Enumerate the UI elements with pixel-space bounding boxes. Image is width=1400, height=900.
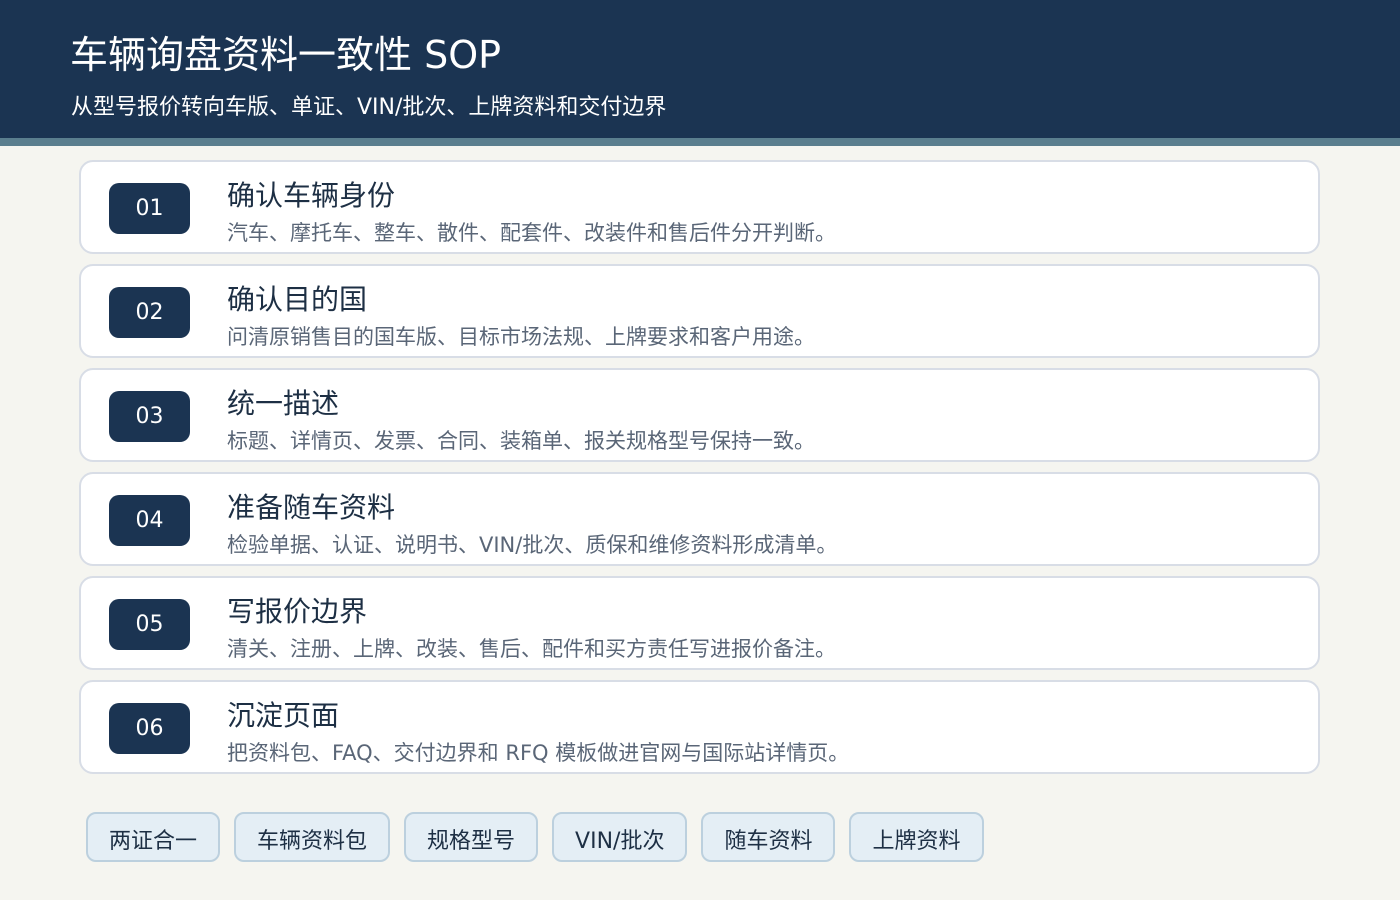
tag-vehicle-accompanying-docs: 随车资料 — [701, 812, 836, 862]
step-number-badge: 03 — [109, 391, 190, 442]
header-divider — [0, 138, 1400, 146]
step-title: 确认车辆身份 — [227, 179, 396, 212]
tag-vehicle-docs-pack: 车辆资料包 — [234, 812, 391, 862]
step-description: 把资料包、FAQ、交付边界和 RFQ 模板做进官网与国际站详情页。 — [227, 741, 850, 765]
step-card-2: 02 确认目的国 问清原销售目的国车版、目标市场法规、上牌要求和客户用途。 — [79, 264, 1320, 358]
page-title: 车辆询盘资料一致性 SOP — [70, 33, 502, 77]
step-title: 确认目的国 — [227, 283, 368, 316]
step-description: 问清原销售目的国车版、目标市场法规、上牌要求和客户用途。 — [227, 325, 815, 349]
keyword-tags: 两证合一 车辆资料包 规格型号 VIN/批次 随车资料 上牌资料 — [86, 812, 984, 862]
step-number-badge: 02 — [109, 287, 190, 338]
step-title: 沉淀页面 — [227, 699, 340, 732]
tag-two-certificates: 两证合一 — [86, 812, 221, 862]
step-card-6: 06 沉淀页面 把资料包、FAQ、交付边界和 RFQ 模板做进官网与国际站详情页… — [79, 680, 1320, 774]
step-card-4: 04 准备随车资料 检验单据、认证、说明书、VIN/批次、质保和维修资料形成清单… — [79, 472, 1320, 566]
step-number-badge: 06 — [109, 703, 190, 754]
step-description: 清关、注册、上牌、改装、售后、配件和买方责任写进报价备注。 — [227, 637, 836, 661]
step-description: 标题、详情页、发票、合同、装箱单、报关规格型号保持一致。 — [227, 429, 815, 453]
step-number-badge: 04 — [109, 495, 190, 546]
tag-spec-model: 规格型号 — [404, 812, 539, 862]
page-subtitle: 从型号报价转向车版、单证、VIN/批次、上牌资料和交付边界 — [71, 95, 667, 120]
step-title: 写报价边界 — [227, 595, 368, 628]
tag-registration-docs: 上牌资料 — [849, 812, 984, 862]
step-number-badge: 05 — [109, 599, 190, 650]
step-description: 检验单据、认证、说明书、VIN/批次、质保和维修资料形成清单。 — [227, 533, 838, 557]
page-header: 车辆询盘资料一致性 SOP 从型号报价转向车版、单证、VIN/批次、上牌资料和交… — [0, 0, 1400, 138]
step-card-3: 03 统一描述 标题、详情页、发票、合同、装箱单、报关规格型号保持一致。 — [79, 368, 1320, 462]
step-number-badge: 01 — [109, 183, 190, 234]
step-card-5: 05 写报价边界 清关、注册、上牌、改装、售后、配件和买方责任写进报价备注。 — [79, 576, 1320, 670]
step-card-1: 01 确认车辆身份 汽车、摩托车、整车、散件、配套件、改装件和售后件分开判断。 — [79, 160, 1320, 254]
step-description: 汽车、摩托车、整车、散件、配套件、改装件和售后件分开判断。 — [227, 221, 836, 245]
step-title: 准备随车资料 — [227, 491, 396, 524]
tag-vin-batch: VIN/批次 — [552, 812, 688, 862]
step-title: 统一描述 — [227, 387, 340, 420]
